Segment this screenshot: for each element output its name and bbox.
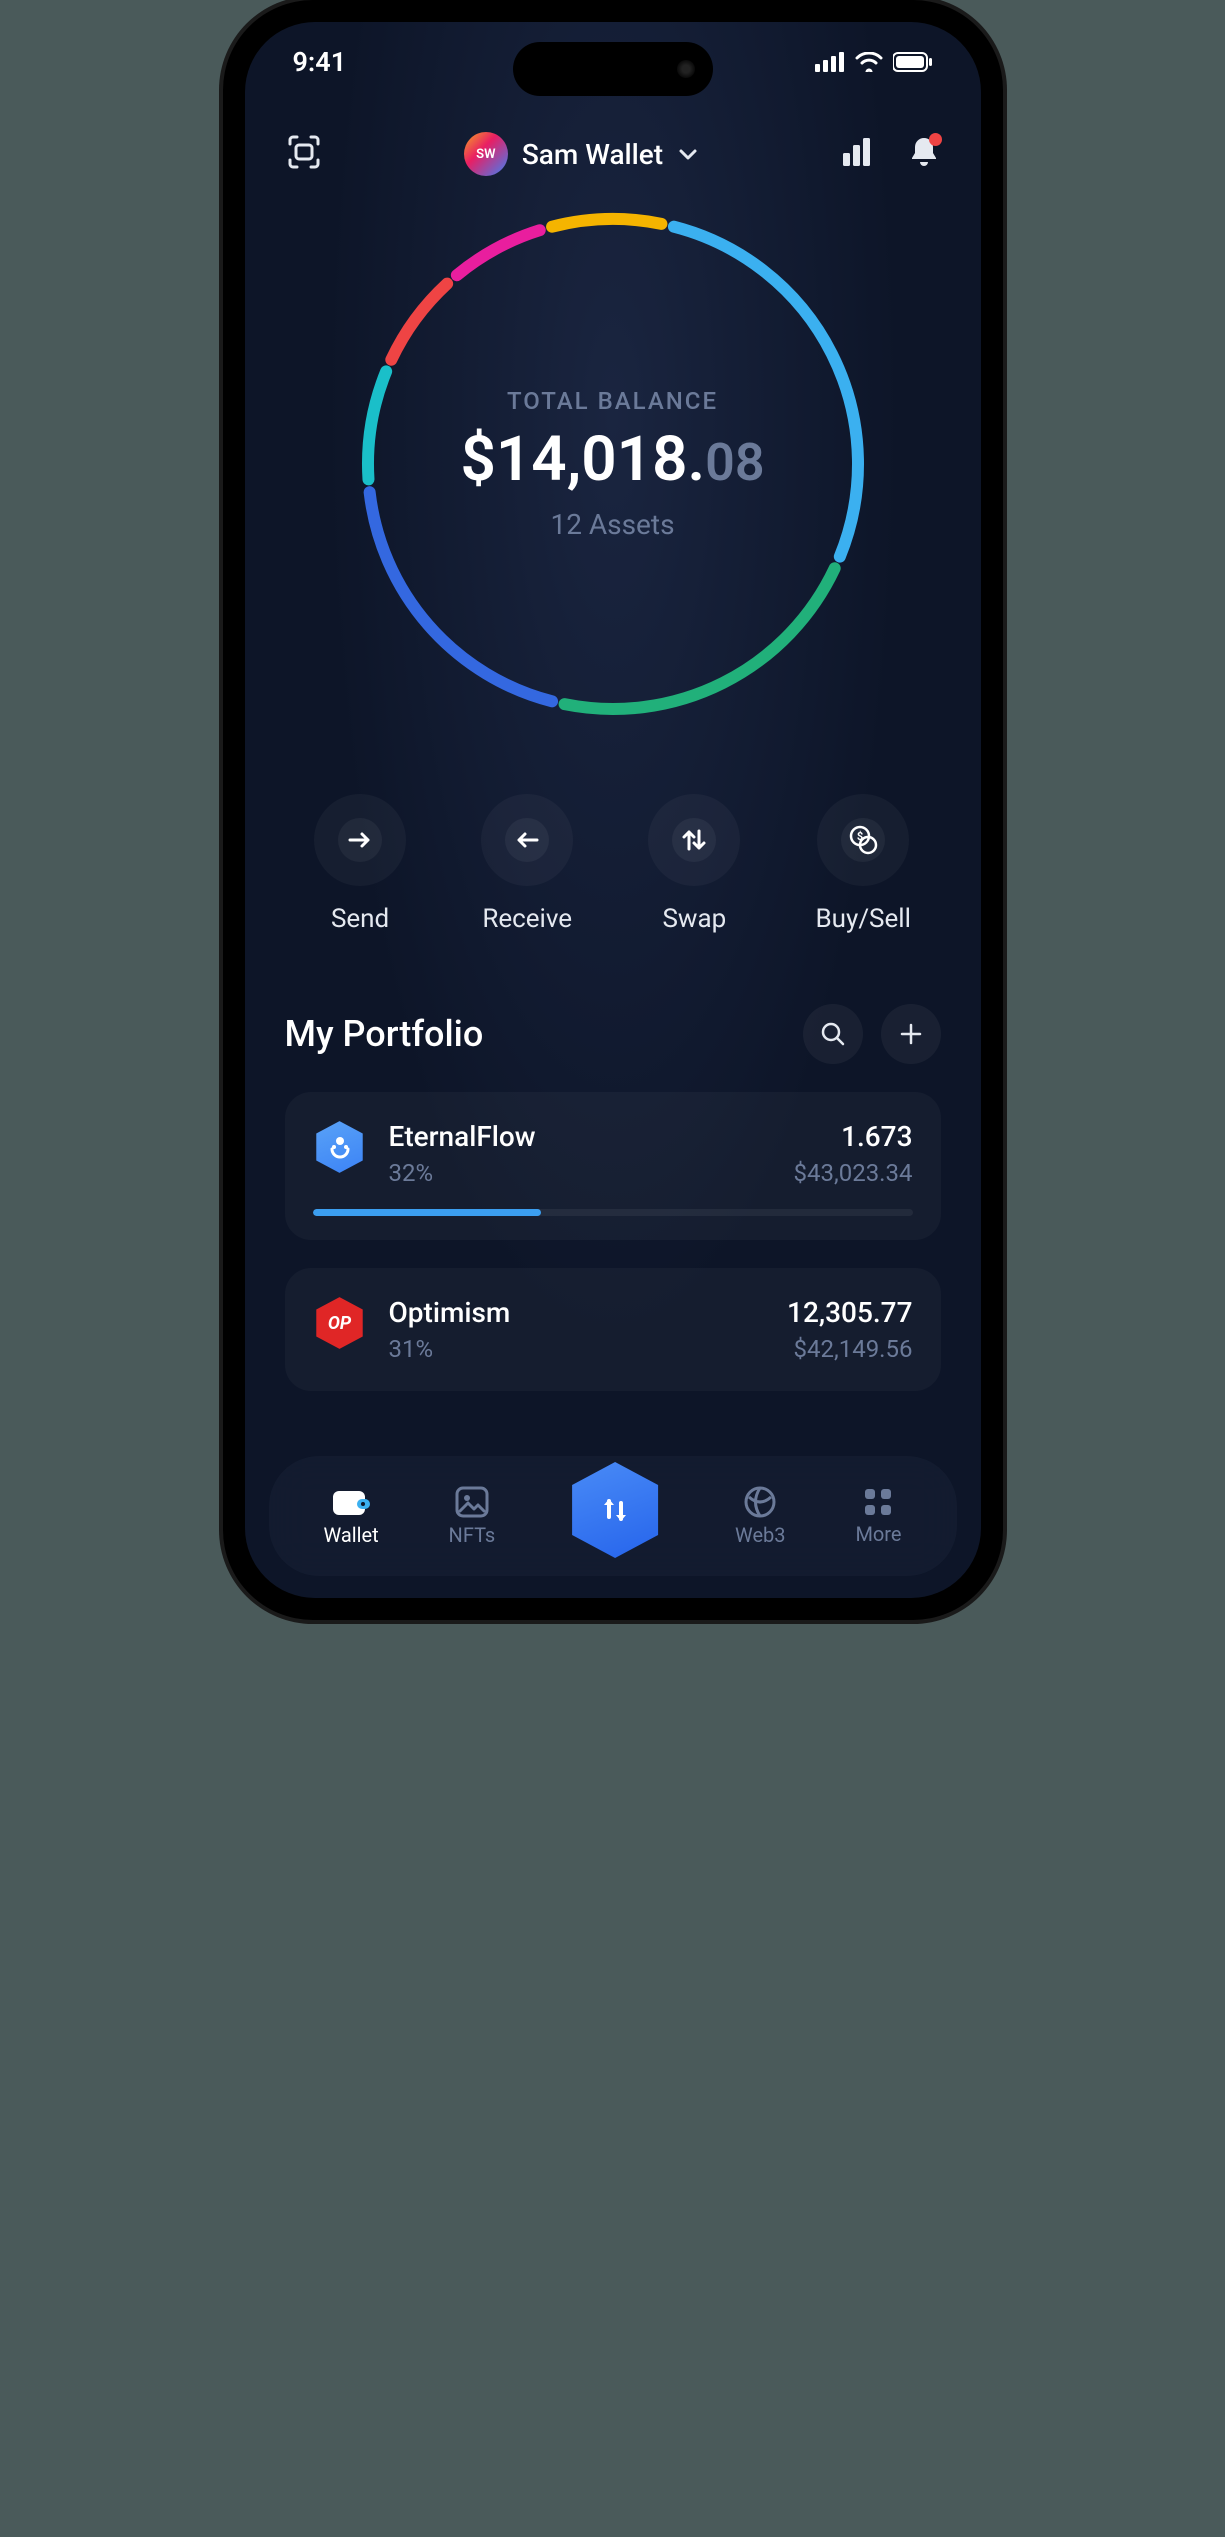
asset-name: EternalFlow: [389, 1120, 772, 1153]
wallet-icon: [331, 1485, 371, 1519]
wifi-icon: [855, 52, 883, 72]
arrow-right-icon: [345, 825, 375, 855]
search-button[interactable]: [803, 1004, 863, 1064]
portfolio-title: My Portfolio: [285, 1013, 484, 1055]
tab-bar: Wallet NFTs Web3 More: [269, 1456, 957, 1576]
globe-icon: [743, 1485, 777, 1519]
tab-web3[interactable]: Web3: [735, 1485, 786, 1547]
portfolio-section: My Portfolio: [245, 934, 981, 1391]
chart-icon[interactable]: [840, 135, 874, 173]
asset-percent: 32%: [389, 1159, 772, 1187]
plus-icon: [898, 1021, 924, 1047]
status-time: 9:41: [293, 46, 347, 78]
asset-count: 12 Assets: [460, 508, 764, 541]
tab-nfts[interactable]: NFTs: [449, 1485, 496, 1547]
search-icon: [819, 1020, 847, 1048]
asset-card[interactable]: OP Optimism 31% 12,305.77 $42,149.56: [285, 1268, 941, 1391]
tab-center-swap[interactable]: [565, 1460, 665, 1560]
grid-icon: [862, 1486, 894, 1518]
total-balance-amount: $14,018.08: [460, 423, 764, 496]
asset-amount: 1.673: [794, 1120, 913, 1153]
asset-progress: [313, 1209, 913, 1216]
asset-value: $43,023.34: [794, 1159, 913, 1187]
swap-label: Swap: [662, 904, 726, 934]
phone-frame: 9:41 SW Sam Wallet: [223, 0, 1003, 1620]
tab-more[interactable]: More: [855, 1486, 901, 1546]
swap-icon: [678, 824, 710, 856]
buysell-button[interactable]: $ Buy/Sell: [815, 794, 910, 934]
swap-hex-icon: [594, 1489, 636, 1531]
scan-icon[interactable]: [285, 133, 323, 175]
add-button[interactable]: [881, 1004, 941, 1064]
app-header: SW Sam Wallet: [245, 122, 981, 186]
chevron-down-icon: [677, 143, 699, 165]
asset-icon-eternalflow: [313, 1120, 367, 1174]
wallet-selector[interactable]: SW Sam Wallet: [464, 132, 699, 176]
asset-card[interactable]: EternalFlow 32% 1.673 $43,023.34: [285, 1092, 941, 1240]
asset-value: $42,149.56: [787, 1335, 912, 1363]
action-row: Send Receive Swap $ Buy/Sell: [245, 724, 981, 934]
tab-wallet[interactable]: Wallet: [323, 1485, 378, 1547]
signal-icon: [815, 52, 845, 72]
total-balance-label: TOTAL BALANCE: [460, 387, 764, 415]
receive-label: Receive: [482, 904, 572, 934]
notification-dot: [929, 133, 942, 146]
image-icon: [454, 1485, 490, 1519]
dynamic-island: [513, 42, 713, 96]
screen: 9:41 SW Sam Wallet: [245, 22, 981, 1598]
wallet-avatar: SW: [464, 132, 508, 176]
swap-button[interactable]: Swap: [648, 794, 740, 934]
asset-amount: 12,305.77: [787, 1296, 912, 1329]
asset-percent: 31%: [389, 1335, 766, 1363]
buysell-label: Buy/Sell: [815, 904, 910, 934]
receive-button[interactable]: Receive: [481, 794, 573, 934]
send-button[interactable]: Send: [314, 794, 406, 934]
dollar-coins-icon: $: [846, 823, 880, 857]
front-camera: [677, 60, 695, 78]
send-label: Send: [331, 904, 389, 934]
notifications-button[interactable]: [908, 135, 940, 173]
wallet-name: Sam Wallet: [522, 138, 663, 171]
asset-name: Optimism: [389, 1296, 766, 1329]
asset-icon-optimism: OP: [313, 1296, 367, 1350]
balance-donut-chart[interactable]: TOTAL BALANCE $14,018.08 12 Assets: [245, 204, 981, 724]
battery-icon: [893, 52, 933, 72]
arrow-left-icon: [512, 825, 542, 855]
